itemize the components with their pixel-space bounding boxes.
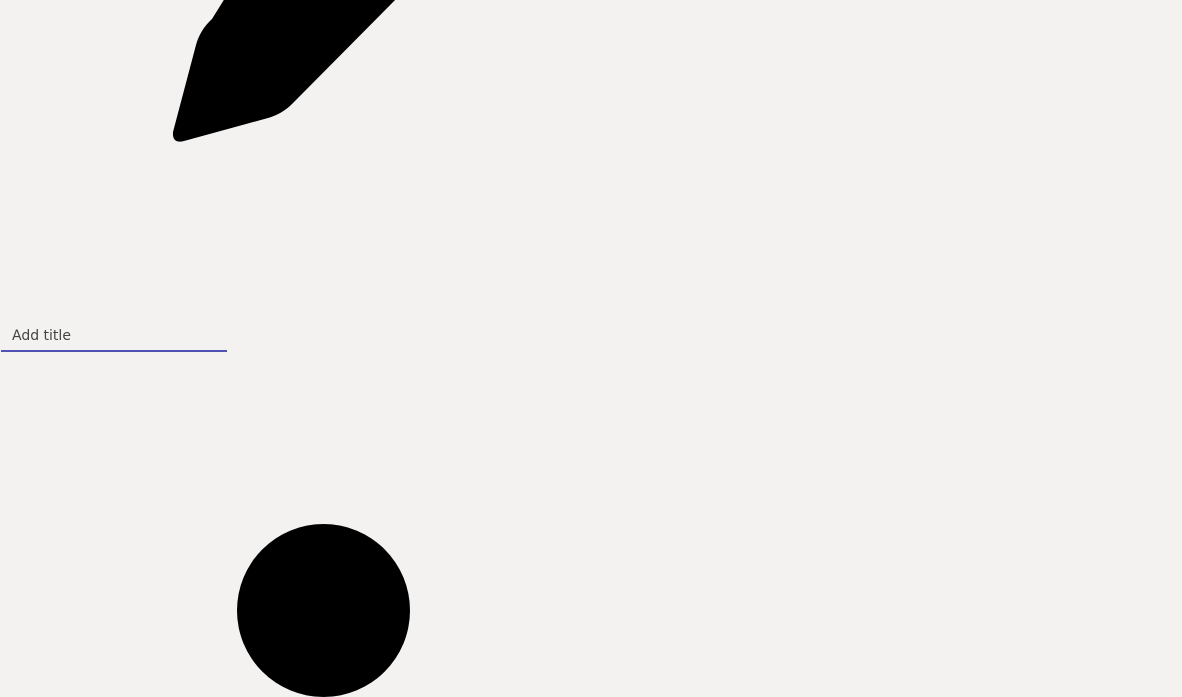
title-input[interactable] [1,322,227,350]
title-field[interactable] [1,322,227,352]
event-editor-canvas [0,0,1182,697]
pencil-icon [172,0,396,142]
circle-icon [237,524,410,697]
